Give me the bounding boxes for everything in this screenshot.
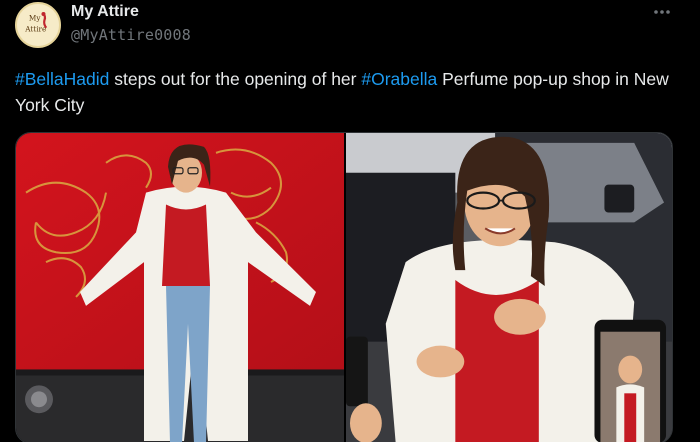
media-grid bbox=[15, 132, 673, 442]
photo-left[interactable] bbox=[16, 133, 344, 442]
photo-left-image bbox=[16, 133, 344, 442]
svg-text:My: My bbox=[29, 13, 41, 22]
photo-right-image bbox=[346, 133, 672, 442]
user-handle[interactable]: @MyAttire0008 bbox=[71, 26, 191, 44]
post-text: #BellaHadid steps out for the opening of… bbox=[15, 66, 687, 118]
photo-right[interactable] bbox=[346, 133, 672, 442]
avatar-logo: My Attire bbox=[17, 4, 59, 46]
display-name[interactable]: My Attire bbox=[71, 3, 139, 21]
post-text-part-1: steps out for the opening of her bbox=[109, 69, 362, 89]
svg-text:Attire: Attire bbox=[24, 24, 46, 33]
more-horizontal-icon[interactable] bbox=[650, 2, 676, 22]
avatar[interactable]: My Attire bbox=[15, 2, 61, 48]
hashtag-orabella[interactable]: #Orabella bbox=[361, 69, 437, 89]
hashtag-bellahadid[interactable]: #BellaHadid bbox=[15, 69, 109, 89]
